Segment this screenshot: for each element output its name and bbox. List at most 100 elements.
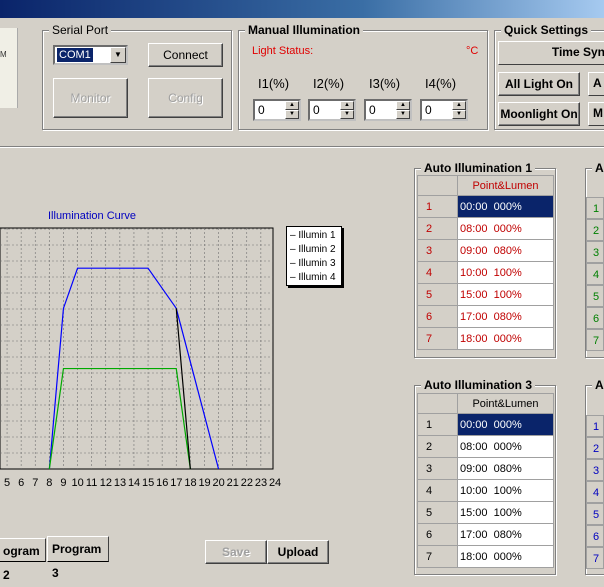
edge-row-index: 6 (586, 525, 604, 547)
x-tick-label: 24 (268, 477, 282, 489)
auto-illumination-3-table: Point&Lumen 1 00:00 000% 2 08:00 000% 3 09:00… (417, 393, 554, 568)
moonlight-on-button[interactable]: Moonlight On (498, 102, 580, 126)
auto-illumination-1-legend: Auto Illumination 1 (421, 161, 535, 175)
spin-down-icon[interactable]: ▼ (452, 110, 466, 119)
edge-row-index: 7 (586, 547, 604, 569)
x-tick-label: 5 (3, 477, 11, 489)
x-tick-label: 9 (60, 477, 67, 489)
channel-4-label: I4(%) (425, 76, 457, 91)
config-button[interactable]: Config (148, 78, 223, 118)
save-button[interactable]: Save (205, 540, 267, 564)
tab-program-2[interactable]: ogram 2 (0, 538, 46, 582)
x-tick-label: 6 (18, 477, 25, 489)
spin-down-icon[interactable]: ▼ (396, 110, 410, 119)
auto-illumination-2-legend: Au (592, 161, 604, 175)
tab-program-3[interactable]: Program 3 (47, 536, 109, 580)
row-index: 7 (417, 545, 458, 568)
edge-row-index: 5 (586, 503, 604, 525)
channel-2-stepper[interactable]: 0 ▲ ▼ (308, 99, 356, 121)
x-tick-label: 13 (113, 477, 127, 489)
table-row[interactable]: 3 09:00 080% (417, 239, 554, 262)
x-tick-label: 10 (71, 477, 84, 489)
edge-row-index: 2 (586, 437, 604, 459)
illumination-chart (0, 227, 274, 470)
row-index: 7 (417, 327, 458, 350)
spin-down-icon[interactable]: ▼ (285, 110, 299, 119)
edge-row-index: 4 (586, 263, 604, 285)
legend-label: Illumin 3 (298, 258, 336, 269)
chevron-down-icon[interactable]: ▼ (110, 47, 126, 63)
edge-row-index: 3 (586, 459, 604, 481)
point-lumen-cell[interactable]: 18:00 000% (457, 327, 554, 350)
table-row[interactable]: 1 00:00 000% (417, 413, 554, 436)
edge-row-index: 5 (586, 285, 604, 307)
table-row[interactable]: 3 09:00 080% (417, 457, 554, 480)
channel-1-stepper[interactable]: 0 ▲ ▼ (253, 99, 301, 121)
temperature-unit: °C (466, 45, 479, 57)
table-row[interactable]: 7 18:00 000% (417, 545, 554, 568)
channel-3-label: I3(%) (369, 76, 401, 91)
table-row[interactable]: 5 15:00 100% (417, 501, 554, 524)
header-cell: Point&Lumen (457, 175, 554, 196)
row-index: 5 (417, 283, 458, 306)
spin-up-icon[interactable]: ▲ (340, 101, 354, 110)
point-lumen-cell[interactable]: 08:00 000% (457, 217, 554, 240)
legend-entry-illumin-3: – Illumin 3 (290, 258, 336, 269)
x-tick-label: 8 (46, 477, 53, 489)
com-port-value: COM1 (57, 48, 93, 62)
auto-illumination-1-table: Point&Lumen 1 00:00 000% 2 08:00 000% 3 09:00… (417, 175, 554, 350)
spin-up-icon[interactable]: ▲ (285, 101, 299, 110)
com-port-select[interactable]: COM1 ▼ (53, 45, 128, 65)
point-lumen-cell[interactable]: 15:00 100% (457, 283, 554, 306)
row-index: 1 (417, 413, 458, 436)
point-lumen-cell[interactable]: 15:00 100% (457, 501, 554, 524)
table-row[interactable]: 7 18:00 000% (417, 327, 554, 350)
point-lumen-cell[interactable]: 00:00 000% (457, 195, 554, 218)
quick-edge-button-a[interactable]: A (588, 72, 604, 96)
left-panel-text: M (0, 50, 7, 59)
serial-port-legend: Serial Port (49, 23, 112, 37)
table-row[interactable]: 6 17:00 080% (417, 305, 554, 328)
table-row[interactable]: 1 00:00 000% (417, 195, 554, 218)
row-index: 1 (417, 195, 458, 218)
table-row[interactable]: 5 15:00 100% (417, 283, 554, 306)
quick-settings-legend: Quick Settings (501, 23, 592, 37)
quick-edge-button-m[interactable]: M (588, 102, 604, 126)
point-lumen-cell[interactable]: 08:00 000% (457, 435, 554, 458)
all-light-on-button[interactable]: All Light On (498, 72, 580, 96)
channel-4-stepper[interactable]: 0 ▲ ▼ (420, 99, 468, 121)
spin-up-icon[interactable]: ▲ (452, 101, 466, 110)
point-lumen-cell[interactable]: 09:00 080% (457, 457, 554, 480)
point-lumen-cell[interactable]: 17:00 080% (457, 305, 554, 328)
point-lumen-cell[interactable]: 10:00 100% (457, 479, 554, 502)
header-corner (417, 175, 458, 196)
legend-entry-illumin-4: – Illumin 4 (290, 272, 336, 283)
channel-3-stepper[interactable]: 0 ▲ ▼ (364, 99, 412, 121)
table-row[interactable]: 4 10:00 100% (417, 261, 554, 284)
legend-label: Illumin 1 (298, 230, 336, 241)
point-lumen-cell[interactable]: 00:00 000% (457, 413, 554, 436)
point-lumen-cell[interactable]: 18:00 000% (457, 545, 554, 568)
point-lumen-cell[interactable]: 17:00 080% (457, 523, 554, 546)
point-lumen-cell[interactable]: 09:00 080% (457, 239, 554, 262)
table-row[interactable]: 2 08:00 000% (417, 217, 554, 240)
upload-button[interactable]: Upload (267, 540, 329, 564)
x-tick-label: 21 (226, 477, 239, 489)
row-index: 2 (417, 217, 458, 240)
chart-legend: – Illumin 1 – Illumin 2 – Illumin 3 – Il… (286, 226, 342, 286)
point-lumen-cell[interactable]: 10:00 100% (457, 261, 554, 284)
edge-row-index: 1 (586, 197, 604, 219)
spin-up-icon[interactable]: ▲ (396, 101, 410, 110)
time-sync-button[interactable]: Time Syn (498, 41, 604, 65)
table-row[interactable]: 2 08:00 000% (417, 435, 554, 458)
channel-2-value: 0 (313, 103, 320, 117)
row-index: 4 (417, 261, 458, 284)
row-index: 3 (417, 457, 458, 480)
channel-3-value: 0 (369, 103, 376, 117)
chart-title: Illumination Curve (48, 210, 137, 222)
spin-down-icon[interactable]: ▼ (340, 110, 354, 119)
connect-button[interactable]: Connect (148, 43, 223, 67)
table-row[interactable]: 6 17:00 080% (417, 523, 554, 546)
monitor-button[interactable]: Monitor (53, 78, 128, 118)
table-row[interactable]: 4 10:00 100% (417, 479, 554, 502)
